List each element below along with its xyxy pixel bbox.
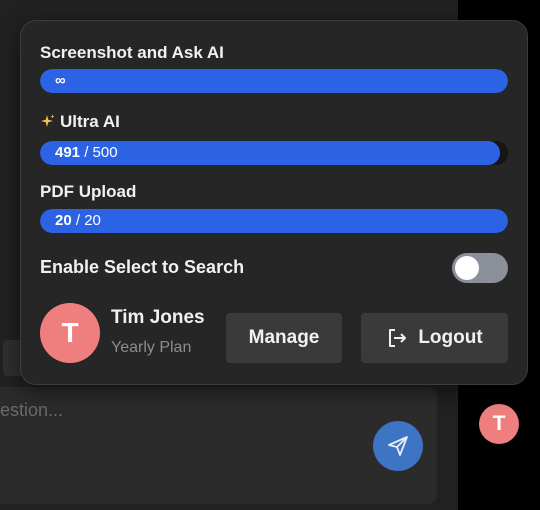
ultra-bar-text: 491 / 500 [55, 144, 118, 161]
pdf-bar: 20 / 20 [40, 209, 508, 233]
ultra-bar: 491 / 500 [40, 141, 508, 165]
user-name: Tim Jones [111, 307, 205, 328]
toggle-knob [455, 256, 479, 280]
pdf-bar-fill [40, 209, 508, 233]
manage-button[interactable]: Manage [226, 313, 342, 363]
sparkle-icon [41, 114, 55, 127]
chat-input-box[interactable] [0, 387, 437, 504]
logout-icon [389, 329, 407, 347]
account-popover: Screenshot and Ask AI ∞ Ultra AI 491 / 5… [20, 20, 528, 385]
screenshot-bar-text: ∞ [55, 72, 66, 89]
select-search-toggle[interactable] [452, 253, 508, 283]
chat-placeholder: estion... [0, 400, 64, 420]
user-plan: Yearly Plan [111, 339, 192, 356]
select-search-label: Enable Select to Search [40, 257, 245, 277]
ultra-title: Ultra AI [40, 112, 120, 132]
send-button[interactable] [373, 421, 423, 471]
screenshot-title: Screenshot and Ask AI [40, 43, 224, 62]
user-avatar: T [40, 303, 100, 363]
pdf-bar-text: 20 / 20 [55, 212, 101, 229]
screenshot-bar-fill [40, 69, 508, 93]
screenshot-bar: ∞ [40, 69, 508, 93]
pdf-title: PDF Upload [40, 182, 137, 201]
logout-button[interactable]: Logout [361, 313, 508, 363]
send-icon [388, 436, 408, 456]
side-avatar[interactable]: T [479, 404, 519, 444]
